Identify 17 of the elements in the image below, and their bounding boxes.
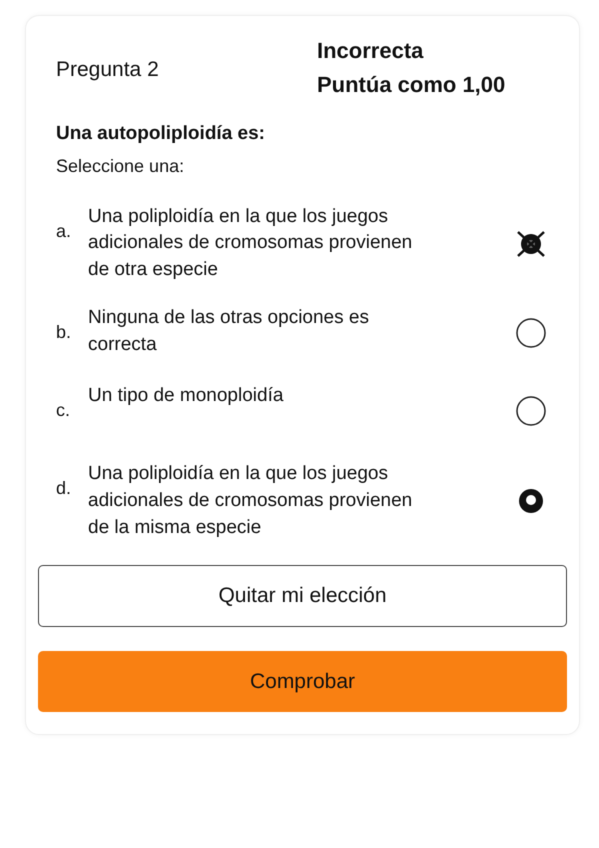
- option-text: Una poliploidía en la que los juegos adicionales de cromosomas provienen de otra especie: [88, 204, 414, 282]
- question-title: Pregunta 2: [55, 57, 159, 83]
- clear-choice-button[interactable]: Quitar mi elección: [38, 565, 567, 627]
- option-letter: c.: [56, 399, 72, 422]
- check-button[interactable]: Comprobar: [38, 650, 567, 712]
- radio-button[interactable]: [515, 317, 547, 350]
- grade-text: Puntúa como 1,00: [317, 71, 506, 100]
- option-letter: d.: [56, 477, 72, 500]
- status-text: Incorrecta: [317, 37, 424, 65]
- option-text: Un tipo de monoploidía: [88, 384, 284, 408]
- question-prompt: Una autopoliploidía es:: [55, 122, 266, 146]
- radio-button[interactable]: [515, 395, 547, 428]
- option-text: Una poliploidía en la que los juegos adicionales de cromosomas provienen de la misma especie: [88, 462, 414, 540]
- option-text: Ninguna de las otras opciones es correcta: [88, 306, 370, 358]
- option-letter: b.: [56, 321, 72, 344]
- option-letter: a.: [56, 220, 72, 243]
- instruction-text: Seleccione una:: [55, 154, 186, 178]
